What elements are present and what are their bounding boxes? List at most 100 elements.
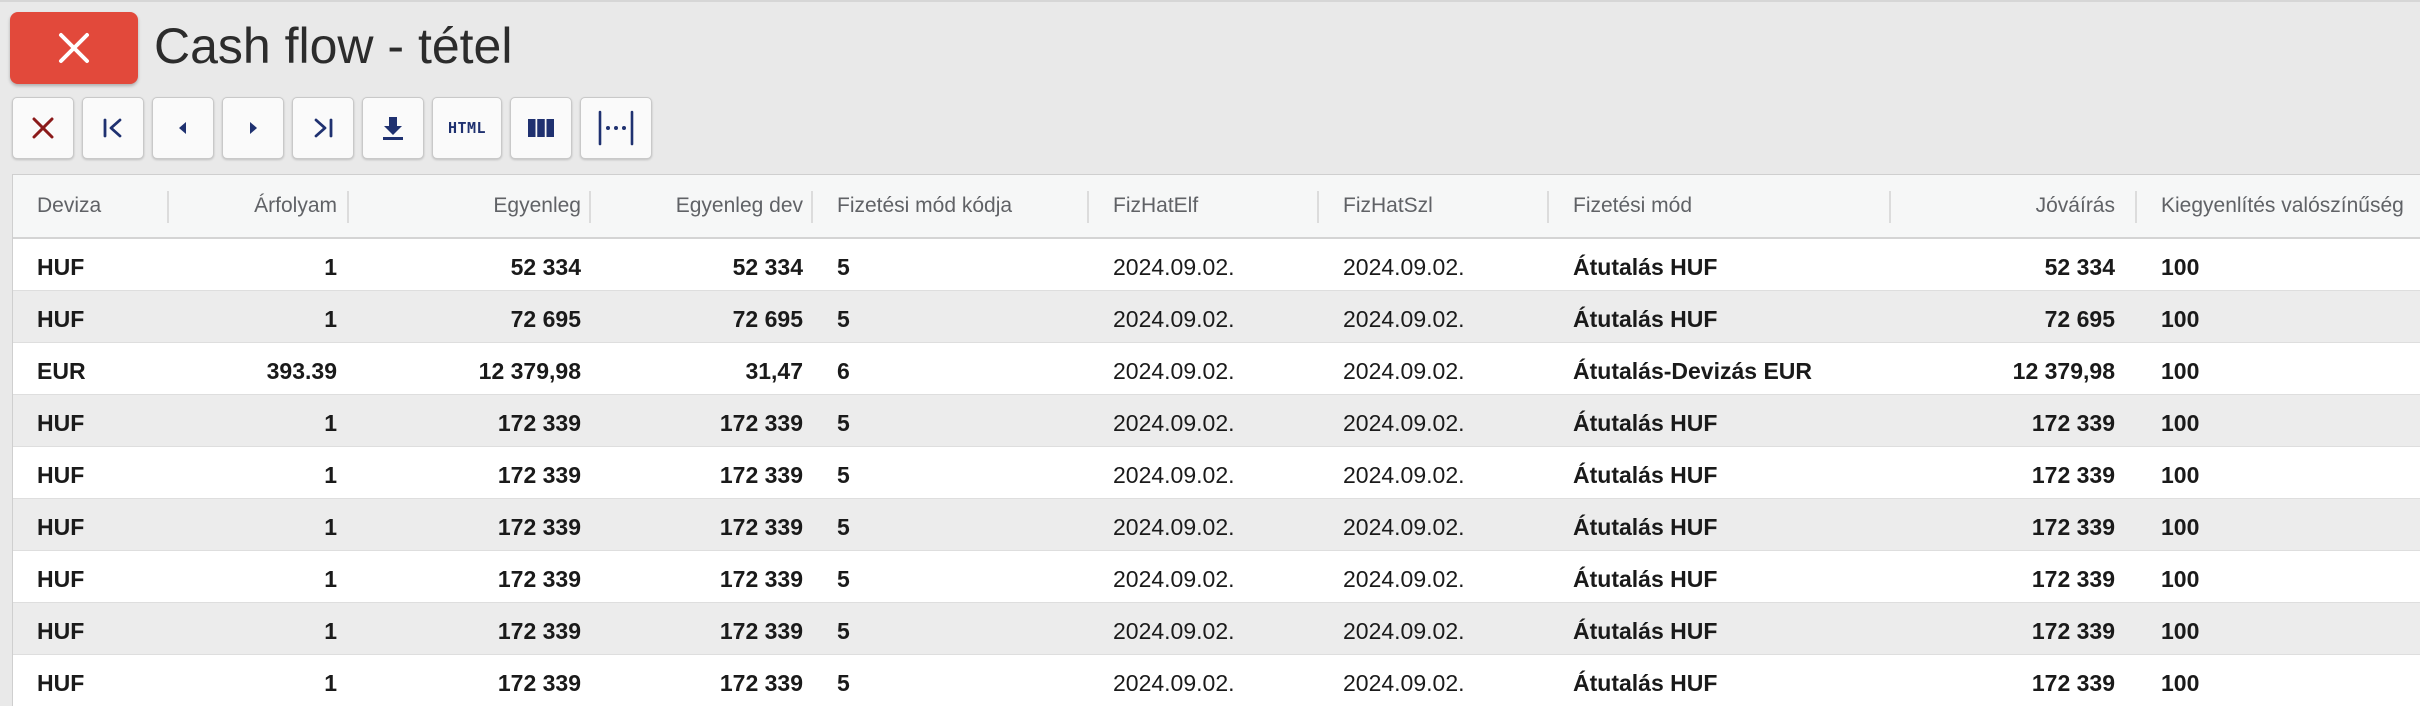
cell-jovairas: 172 339 bbox=[2031, 462, 2115, 488]
cell-kiegy: 100 bbox=[2161, 514, 2200, 540]
cell-deviza: HUF bbox=[37, 566, 85, 592]
table-row[interactable]: EUR 393.39 12 379,98 31,47 6 2024.09.02. 2024.… bbox=[13, 343, 2420, 395]
table-row[interactable]: HUF 1 172 339 172 339 5 2024.09.02. 2024.09.02… bbox=[13, 603, 2420, 655]
cell-deviza: HUF bbox=[37, 254, 85, 280]
column-header-jovairas[interactable]: Jóváírás bbox=[1891, 175, 2115, 237]
cell-fizmod: Átutalás HUF bbox=[1573, 410, 1718, 436]
column-header-fizetesi-mod[interactable]: Fizetési mód bbox=[1573, 175, 1883, 237]
download-button[interactable] bbox=[362, 97, 424, 159]
cell-egyenleg: 72 695 bbox=[510, 306, 581, 332]
table-row[interactable]: HUF 1 52 334 52 334 5 2024.09.02. 2024.09.02. Á… bbox=[13, 239, 2420, 291]
cell-fizhatelf: 2024.09.02. bbox=[1113, 566, 1235, 592]
cell-kiegy: 100 bbox=[2161, 462, 2200, 488]
export-html-button[interactable]: HTML bbox=[432, 97, 502, 159]
cell-jovairas: 12 379,98 bbox=[2012, 358, 2115, 384]
cell-arfolyam: 1 bbox=[324, 462, 337, 488]
cell-fizhatszl: 2024.09.02. bbox=[1343, 462, 1465, 488]
cell-egyenleg: 52 334 bbox=[510, 254, 581, 280]
column-header-fizhatszl[interactable]: FizHatSzl bbox=[1343, 175, 1553, 237]
column-resize-handle[interactable] bbox=[1547, 191, 1549, 223]
table-row[interactable]: HUF 1 172 339 172 339 5 2024.09.02. 2024.09.02… bbox=[13, 447, 2420, 499]
column-header-fizetesi-mod-kodja[interactable]: Fizetési mód kódja bbox=[837, 175, 1083, 237]
cell-fizhatelf: 2024.09.02. bbox=[1113, 254, 1235, 280]
cell-egyenleg: 172 339 bbox=[497, 410, 581, 436]
cell-arfolyam: 393.39 bbox=[266, 358, 337, 384]
cell-egyenleg-dev: 172 339 bbox=[719, 670, 803, 696]
cell-fizmod-kod: 5 bbox=[837, 462, 850, 488]
cell-fizmod-kod: 5 bbox=[837, 410, 850, 436]
columns-icon bbox=[528, 119, 554, 137]
cell-kiegy: 100 bbox=[2161, 358, 2200, 384]
cell-fizmod-kod: 6 bbox=[837, 358, 850, 384]
cell-fizmod: Átutalás HUF bbox=[1573, 670, 1718, 696]
separator-button[interactable] bbox=[580, 97, 652, 159]
cell-jovairas: 172 339 bbox=[2031, 410, 2115, 436]
cell-egyenleg-dev: 172 339 bbox=[719, 462, 803, 488]
column-header-fizhatelf[interactable]: FizHatElf bbox=[1113, 175, 1323, 237]
cell-egyenleg-dev: 172 339 bbox=[719, 514, 803, 540]
app-window: Cash flow - tétel HTML Deviza Árfolyam E… bbox=[0, 0, 2420, 706]
cell-fizhatszl: 2024.09.02. bbox=[1343, 566, 1465, 592]
cell-deviza: HUF bbox=[37, 306, 85, 332]
cell-jovairas: 172 339 bbox=[2031, 514, 2115, 540]
cell-deviza: HUF bbox=[37, 514, 85, 540]
cell-egyenleg-dev: 172 339 bbox=[719, 566, 803, 592]
cell-fizmod: Átutalás HUF bbox=[1573, 514, 1718, 540]
cell-fizmod-kod: 5 bbox=[837, 566, 850, 592]
cell-fizhatszl: 2024.09.02. bbox=[1343, 358, 1465, 384]
table-row[interactable]: HUF 1 172 339 172 339 5 2024.09.02. 2024.09.02… bbox=[13, 655, 2420, 706]
cell-egyenleg-dev: 172 339 bbox=[719, 618, 803, 644]
cell-kiegy: 100 bbox=[2161, 618, 2200, 644]
cell-fizmod: Átutalás HUF bbox=[1573, 254, 1718, 280]
cell-deviza: HUF bbox=[37, 670, 85, 696]
column-header-egyenleg-dev[interactable]: Egyenleg dev bbox=[591, 175, 803, 237]
caret-right-icon bbox=[250, 122, 257, 134]
column-resize-handle[interactable] bbox=[2135, 191, 2137, 223]
cell-arfolyam: 1 bbox=[324, 410, 337, 436]
column-header-kiegyenlites-valoszinuseg[interactable]: Kiegyenlítés valószínűség bbox=[2161, 175, 2420, 237]
cell-kiegy: 100 bbox=[2161, 670, 2200, 696]
cell-egyenleg: 172 339 bbox=[497, 566, 581, 592]
separator-icon bbox=[598, 110, 634, 146]
cell-fizhatelf: 2024.09.02. bbox=[1113, 514, 1235, 540]
cell-kiegy: 100 bbox=[2161, 410, 2200, 436]
caret-left-icon bbox=[179, 122, 186, 134]
cell-jovairas: 52 334 bbox=[2044, 254, 2115, 280]
close-window-button[interactable] bbox=[10, 12, 138, 84]
first-record-button[interactable] bbox=[82, 97, 144, 159]
column-header-deviza[interactable]: Deviza bbox=[37, 175, 157, 237]
cell-kiegy: 100 bbox=[2161, 306, 2200, 332]
title-bar: Cash flow - tétel bbox=[0, 2, 2420, 92]
cell-fizmod: Átutalás HUF bbox=[1573, 462, 1718, 488]
column-resize-handle[interactable] bbox=[811, 191, 813, 223]
cell-jovairas: 72 695 bbox=[2044, 306, 2115, 332]
cell-jovairas: 172 339 bbox=[2031, 566, 2115, 592]
cell-deviza: EUR bbox=[37, 358, 86, 384]
close-icon bbox=[59, 33, 89, 63]
cell-egyenleg-dev: 31,47 bbox=[745, 358, 803, 384]
column-resize-handle[interactable] bbox=[1317, 191, 1319, 223]
cell-egyenleg-dev: 172 339 bbox=[719, 410, 803, 436]
table-row[interactable]: HUF 1 172 339 172 339 5 2024.09.02. 2024.09.02… bbox=[13, 551, 2420, 603]
previous-record-button[interactable] bbox=[152, 97, 214, 159]
cell-fizmod-kod: 5 bbox=[837, 254, 850, 280]
column-header-egyenleg[interactable]: Egyenleg bbox=[349, 175, 581, 237]
cell-arfolyam: 1 bbox=[324, 306, 337, 332]
cell-fizhatelf: 2024.09.02. bbox=[1113, 306, 1235, 332]
next-record-button[interactable] bbox=[222, 97, 284, 159]
table-row[interactable]: HUF 1 172 339 172 339 5 2024.09.02. 2024.09.02… bbox=[13, 395, 2420, 447]
column-header-arfolyam[interactable]: Árfolyam bbox=[169, 175, 337, 237]
table-row[interactable]: HUF 1 172 339 172 339 5 2024.09.02. 2024.09.02… bbox=[13, 499, 2420, 551]
table-row[interactable]: HUF 1 72 695 72 695 5 2024.09.02. 2024.09.02. Á… bbox=[13, 291, 2420, 343]
cell-arfolyam: 1 bbox=[324, 566, 337, 592]
column-resize-handle[interactable] bbox=[1087, 191, 1089, 223]
cell-fizmod: Átutalás HUF bbox=[1573, 566, 1718, 592]
cancel-button[interactable] bbox=[12, 97, 74, 159]
last-record-button[interactable] bbox=[292, 97, 354, 159]
columns-button[interactable] bbox=[510, 97, 572, 159]
cell-kiegy: 100 bbox=[2161, 566, 2200, 592]
cell-jovairas: 172 339 bbox=[2031, 618, 2115, 644]
cell-fizhatszl: 2024.09.02. bbox=[1343, 410, 1465, 436]
cell-arfolyam: 1 bbox=[324, 254, 337, 280]
html-icon: HTML bbox=[447, 119, 487, 137]
